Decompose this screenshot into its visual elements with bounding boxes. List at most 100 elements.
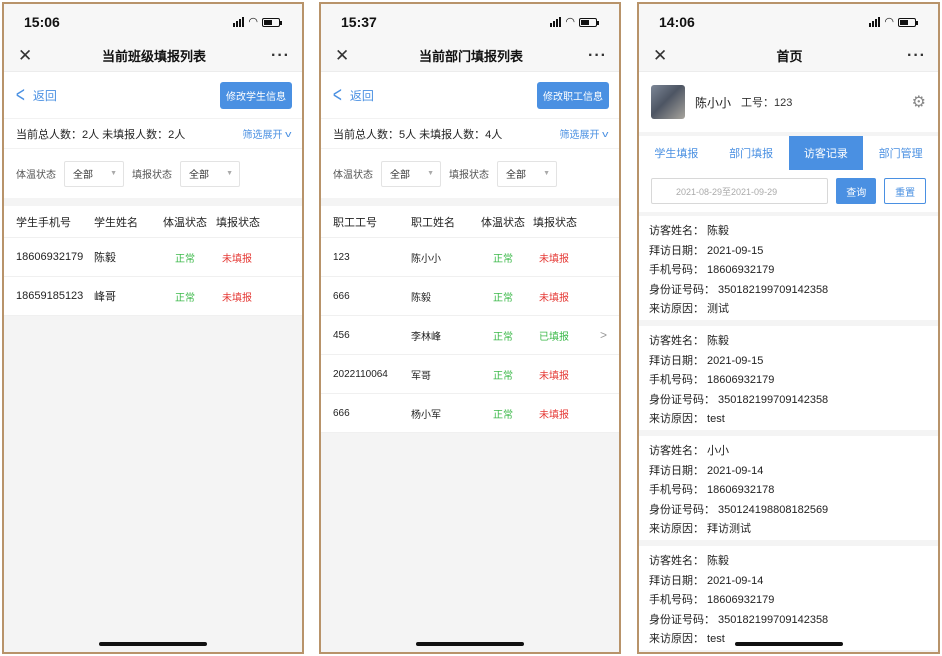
chevron-down-icon: ▼ xyxy=(543,170,550,177)
table-row[interactable]: 666 陈毅 正常 未填报 xyxy=(321,277,619,316)
column-header: 职工姓名 xyxy=(411,216,455,229)
chevron-down-icon: ▼ xyxy=(110,170,117,177)
visitor-id-card: 身份证号码： 350182199709142358 xyxy=(649,613,829,626)
gear-icon[interactable]: ⚙ xyxy=(912,92,926,112)
column-header: 学生手机号 xyxy=(16,216,71,229)
wifi-icon: ◠ xyxy=(565,15,575,28)
filter-label-temp: 体温状态 xyxy=(16,170,56,181)
table-row[interactable]: 123 陈小小 正常 未填报 xyxy=(321,238,619,277)
temp-status-select[interactable]: 全部 ▼ xyxy=(64,160,124,187)
table-row[interactable]: 456 李林峰 正常 已填报 > xyxy=(321,316,619,355)
battery-icon xyxy=(898,17,918,27)
temp-status: 正常 xyxy=(493,253,513,265)
more-icon[interactable]: ··· xyxy=(270,47,290,64)
report-status-select[interactable]: 全部 ▼ xyxy=(497,160,557,187)
tab-department-report[interactable]: 部门填报 xyxy=(714,136,789,170)
tab-visitor-records[interactable]: 访客记录 xyxy=(788,136,864,170)
chevron-down-icon: ▼ xyxy=(226,170,233,177)
visit-date: 拜访日期： 2021-09-14 xyxy=(649,574,764,587)
query-button[interactable]: 查询 xyxy=(836,178,877,204)
table-row[interactable]: 2022110064 军哥 正常 未填报 xyxy=(321,355,619,394)
filter-toggle[interactable]: 筛选展开 v xyxy=(243,126,291,142)
back-button[interactable]: < 返回 xyxy=(14,84,57,106)
report-status: 未填报 xyxy=(539,292,569,304)
column-header: 职工工号 xyxy=(333,216,377,229)
back-button[interactable]: < 返回 xyxy=(331,84,374,106)
signal-icon xyxy=(869,17,881,27)
visitor-id-card: 身份证号码： 350182199709142358 xyxy=(649,393,829,406)
date-range-input[interactable]: 2021-08-29至2021-09-29 xyxy=(651,178,829,204)
screen-department-report-list: 15:37 ◠ ✕ 当前部门填报列表 ··· < 返回 修改职工信息 当前总人数… xyxy=(319,2,621,654)
avatar xyxy=(651,85,685,119)
visitor-phone: 手机号码： 18606932178 xyxy=(649,484,775,496)
column-header: 填报状态 xyxy=(216,216,260,229)
status-time: 15:37 xyxy=(341,14,377,30)
list-item[interactable]: 访客姓名： 陈毅 拜访日期： 2021-09-15 手机号码： 18606932… xyxy=(639,216,938,320)
count-summary: 当前总人数：5人 未填报人数：4人 筛选展开 v xyxy=(321,118,619,148)
visit-reason: 来访原因： 拜访测试 xyxy=(649,523,752,535)
chevron-down-icon: v xyxy=(601,128,608,139)
table-row[interactable]: 18606932179 陈毅 正常 未填报 xyxy=(4,238,302,277)
wifi-icon: ◠ xyxy=(248,15,258,28)
page-title: 首页 xyxy=(776,49,803,64)
status-bar: 15:06 ◠ xyxy=(4,4,302,40)
more-icon[interactable]: ··· xyxy=(906,47,926,64)
count-text: 当前总人数：2人 未填报人数：2人 xyxy=(16,128,186,141)
status-time: 15:06 xyxy=(24,14,60,30)
screen-class-report-list: 15:06 ◠ ✕ 当前班级填报列表 ··· < 返回 修改学生信息 当前总人数… xyxy=(2,2,304,654)
tab-department-management[interactable]: 部门管理 xyxy=(863,136,938,170)
report-status-select[interactable]: 全部 ▼ xyxy=(180,160,240,187)
search-row: 2021-08-29至2021-09-29 查询 重置 xyxy=(639,170,938,212)
nav-bar: ✕ 当前部门填报列表 ··· xyxy=(321,40,619,72)
report-status: 未填报 xyxy=(539,253,569,265)
page-title: 当前部门填报列表 xyxy=(418,49,523,64)
edit-staff-info-button[interactable]: 修改职工信息 xyxy=(537,81,609,109)
visit-reason: 来访原因： test xyxy=(649,633,725,645)
signal-icon xyxy=(550,17,562,27)
visitor-phone: 手机号码： 18606932179 xyxy=(649,594,775,606)
close-icon[interactable]: ✕ xyxy=(335,47,355,64)
visit-reason: 来访原因： 测试 xyxy=(649,303,730,315)
table-row[interactable]: 666 杨小军 正常 未填报 xyxy=(321,394,619,433)
back-label: 返回 xyxy=(32,88,57,103)
list-item[interactable]: 访客姓名： 陈毅 拜访日期： 2021-09-15 手机号码： 18606932… xyxy=(639,326,938,430)
battery-icon xyxy=(262,17,282,27)
close-icon[interactable]: ✕ xyxy=(18,47,38,64)
column-header: 体温状态 xyxy=(163,216,207,229)
report-status: 未填报 xyxy=(222,292,252,304)
signal-icon xyxy=(233,17,245,27)
table-row[interactable]: 18659185123 峰哥 正常 未填报 xyxy=(4,277,302,316)
report-status: 未填报 xyxy=(539,409,569,421)
chevron-right-icon[interactable]: > xyxy=(600,328,607,342)
table-header: 学生手机号 学生姓名 体温状态 填报状态 xyxy=(4,206,302,238)
action-bar: < 返回 修改学生信息 xyxy=(4,72,302,118)
report-status: 已填报 xyxy=(539,331,569,343)
back-arrow-icon: < xyxy=(332,82,342,107)
back-arrow-icon: < xyxy=(15,82,25,107)
report-table: 学生手机号 学生姓名 体温状态 填报状态 18606932179 陈毅 正常 未… xyxy=(4,206,302,316)
visit-date: 拜访日期： 2021-09-14 xyxy=(649,464,764,477)
visitor-phone: 手机号码： 18606932179 xyxy=(649,264,775,276)
home-indicator xyxy=(734,642,843,646)
more-icon[interactable]: ··· xyxy=(587,47,607,64)
temp-status-select[interactable]: 全部 ▼ xyxy=(381,160,441,187)
visit-date: 拜访日期： 2021-09-15 xyxy=(649,354,764,367)
list-item[interactable]: 访客姓名： 陈毅 拜访日期： 2021-09-14 手机号码： 18606932… xyxy=(639,546,938,650)
filter-toggle[interactable]: 筛选展开 v xyxy=(560,126,608,142)
reset-button[interactable]: 重置 xyxy=(884,178,926,204)
close-icon[interactable]: ✕ xyxy=(653,47,673,64)
status-bar: 14:06 ◠ xyxy=(639,4,938,40)
edit-student-info-button[interactable]: 修改学生信息 xyxy=(220,81,292,109)
tab-student-report[interactable]: 学生填报 xyxy=(639,136,714,170)
battery-icon xyxy=(579,17,599,27)
visitor-record-list: 访客姓名： 陈毅 拜访日期： 2021-09-15 手机号码： 18606932… xyxy=(639,216,938,650)
report-table: 职工工号 职工姓名 体温状态 填报状态 123 陈小小 正常 未填报 666 陈… xyxy=(321,206,619,433)
filter-row: 体温状态 全部 ▼ 填报状态 全部 ▼ xyxy=(4,148,302,198)
filter-label-report: 填报状态 xyxy=(449,170,489,181)
list-item[interactable]: 访客姓名： 小小 拜访日期： 2021-09-14 手机号码： 18606932… xyxy=(639,436,938,540)
temp-status: 正常 xyxy=(493,292,513,304)
visitor-name: 访客姓名： 小小 xyxy=(649,445,730,457)
wifi-icon: ◠ xyxy=(884,15,894,28)
user-profile: 陈小小 工号：123 ⚙ xyxy=(639,72,938,132)
tab-bar: 学生填报 部门填报 访客记录 部门管理 xyxy=(639,136,938,170)
